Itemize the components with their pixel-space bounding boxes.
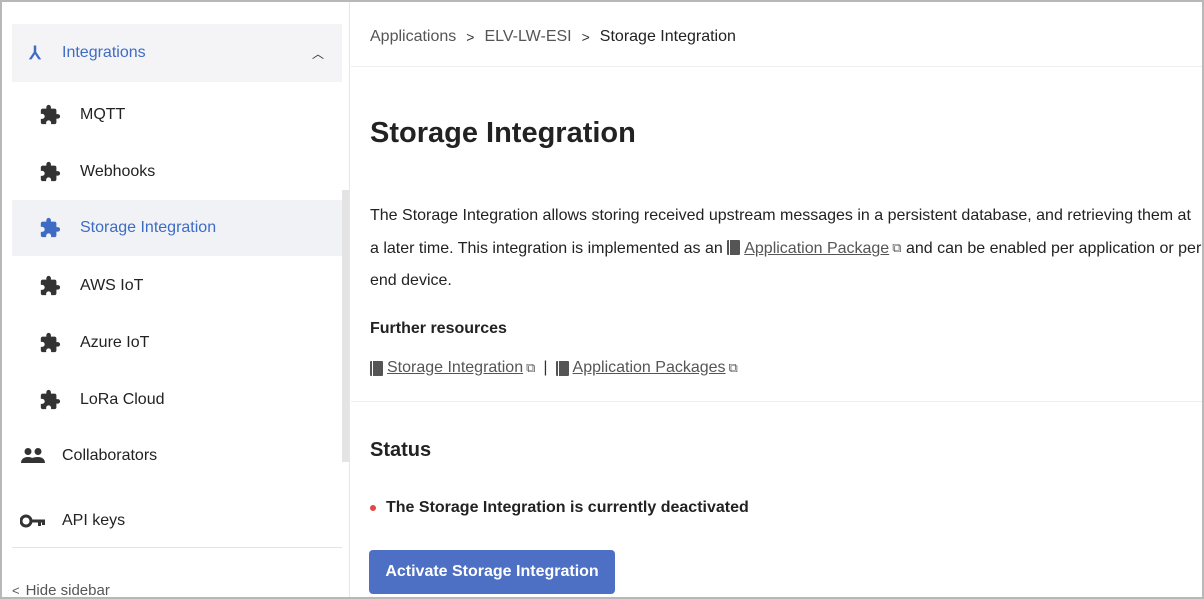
sidebar-item-lora-cloud[interactable]: LoRa Cloud [12, 372, 342, 428]
chevron-right-icon: > [581, 29, 590, 45]
sidebar-item-label: Collaborators [62, 447, 158, 464]
breadcrumb: Applications > ELV-LW-ESI > Storage Inte… [370, 28, 736, 46]
breadcrumb-divider [351, 66, 1202, 67]
sidebar-item-label: Webhooks [80, 163, 156, 180]
sidebar-item-webhooks[interactable]: Webhooks [12, 144, 342, 200]
sidebar-item-aws-iot[interactable]: AWS IoT [12, 258, 342, 314]
status-dot-icon [370, 505, 376, 511]
puzzle-icon [38, 217, 62, 239]
further-resources-links: Storage Integration ⧉ | Application Pack… [370, 359, 738, 377]
external-link-icon: ⧉ [526, 360, 536, 375]
sidebar-item-label: LoRa Cloud [80, 391, 165, 408]
chevron-up-icon[interactable]: ︿ [312, 45, 324, 62]
key-icon [20, 514, 46, 528]
sidebar-divider [12, 547, 342, 548]
puzzle-icon [38, 332, 62, 354]
hide-sidebar-button[interactable]: < Hide sidebar [12, 582, 110, 599]
chevron-right-icon: > [466, 29, 475, 45]
status-title: Status [370, 439, 432, 461]
sidebar-item-mqtt[interactable]: MQTT [12, 87, 342, 143]
puzzle-icon [38, 104, 62, 126]
sidebar: ⅄ Integrations ︿ MQTT Webhooks Storage I… [2, 2, 350, 599]
chevron-left-icon: < [12, 583, 20, 598]
book-icon [555, 360, 569, 376]
status-indicator: The Storage Integration is currently dea… [370, 499, 749, 517]
sidebar-item-storage-integration[interactable]: Storage Integration [12, 200, 342, 256]
sidebar-group-integrations[interactable]: ⅄ Integrations ︿ [12, 24, 342, 82]
application-packages-doc-link[interactable]: Application Packages [573, 359, 726, 377]
sidebar-item-collaborators[interactable]: Collaborators [12, 430, 342, 482]
sidebar-item-label: API keys [62, 512, 126, 529]
sidebar-item-azure-iot[interactable]: Azure IoT [12, 315, 342, 371]
sidebar-item-label: AWS IoT [80, 277, 144, 294]
book-icon [370, 360, 383, 376]
status-text: The Storage Integration is currently dea… [386, 499, 749, 516]
sidebar-scrollbar[interactable] [342, 190, 349, 462]
app-window: ⅄ Integrations ︿ MQTT Webhooks Storage I… [0, 0, 1204, 599]
external-link-icon: ⧉ [892, 240, 902, 255]
external-link-icon: ⧉ [728, 360, 738, 375]
book-icon [727, 240, 741, 255]
puzzle-icon [38, 389, 62, 411]
sidebar-item-api-keys[interactable]: API keys [12, 495, 342, 547]
sidebar-item-label: Azure IoT [80, 334, 150, 351]
section-divider [351, 401, 1202, 402]
activate-storage-integration-button[interactable]: Activate Storage Integration [369, 550, 615, 594]
storage-integration-doc-link[interactable]: Storage Integration [387, 359, 523, 377]
sidebar-item-label: MQTT [80, 106, 126, 123]
page-title: Storage Integration [370, 117, 636, 149]
application-package-link[interactable]: Application Package [744, 240, 889, 257]
breadcrumb-item-current: Storage Integration [599, 28, 736, 45]
breadcrumb-item-application[interactable]: ELV-LW-ESI [484, 28, 571, 46]
breadcrumb-item-applications[interactable]: Applications [370, 28, 456, 46]
further-resources-title: Further resources [370, 320, 507, 337]
puzzle-icon [38, 275, 62, 297]
resource-separator: | [543, 359, 548, 376]
hide-sidebar-label: Hide sidebar [25, 582, 110, 599]
sidebar-item-label: Storage Integration [80, 219, 217, 236]
users-icon [20, 447, 46, 465]
description: The Storage Integration allows storing r… [370, 200, 1202, 297]
puzzle-icon [38, 161, 62, 183]
sidebar-group-label: Integrations [62, 44, 146, 61]
integrations-icon: ⅄ [29, 42, 41, 63]
